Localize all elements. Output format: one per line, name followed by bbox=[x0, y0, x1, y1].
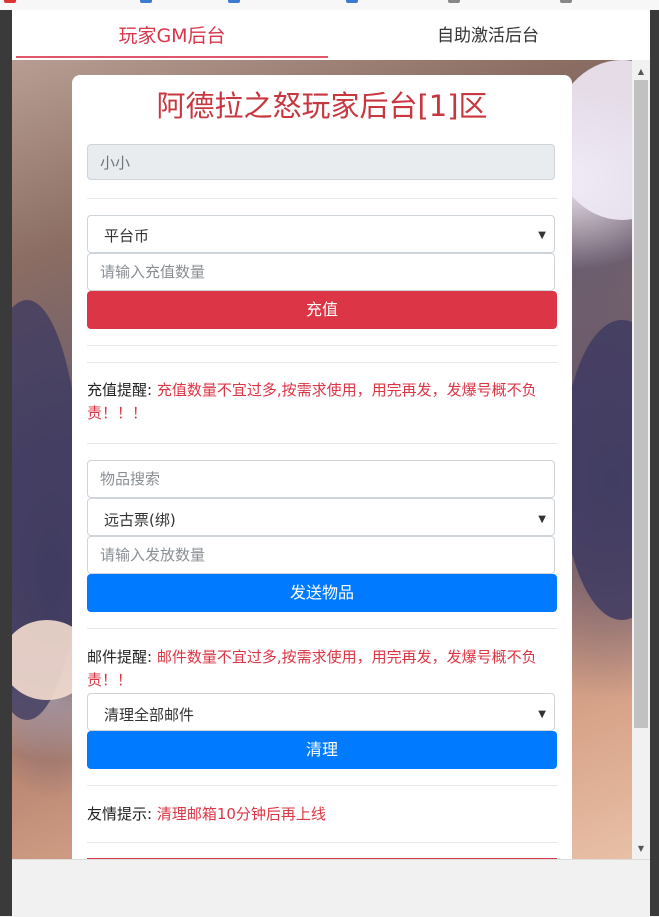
item-select-value: 远古票(绑) bbox=[104, 511, 176, 529]
bottom-bar bbox=[12, 859, 650, 917]
chevron-down-icon: ▼ bbox=[538, 230, 546, 241]
tab-self-activation[interactable]: 自助激活后台 bbox=[338, 10, 638, 60]
tip-text: 清理邮箱10分钟后再上线 bbox=[156, 805, 326, 823]
divider bbox=[87, 785, 557, 786]
divider bbox=[87, 443, 557, 444]
bookmark-icon bbox=[140, 0, 152, 3]
vertical-scrollbar[interactable]: ▲ ▼ bbox=[632, 60, 650, 859]
item-search-input[interactable] bbox=[100, 462, 542, 496]
item-search-field[interactable] bbox=[87, 460, 555, 498]
tab-player-gm[interactable]: 玩家GM后台 bbox=[16, 10, 328, 60]
content-viewport: 阿德拉之怒玩家后台[1]区 小小 平台币 ▼ 充值 充值提醒: 充值数量不宜过多… bbox=[12, 60, 632, 859]
mail-note-label: 邮件提醒: bbox=[87, 648, 153, 666]
bookmark-icon bbox=[228, 0, 240, 3]
chevron-down-icon: ▼ bbox=[538, 514, 546, 525]
recharge-note-text: 充值数量不宜过多,按需求使用，用完再发，发爆号概不负责！！！ bbox=[87, 381, 537, 422]
window-frame-right bbox=[650, 10, 659, 916]
divider bbox=[87, 842, 557, 843]
divider bbox=[87, 362, 557, 363]
send-item-button[interactable]: 发送物品 bbox=[87, 574, 557, 612]
bookmark-item[interactable] bbox=[4, 0, 16, 3]
recharge-note: 充值提醒: 充值数量不宜过多,按需求使用，用完再发，发爆号概不负责！！！ bbox=[87, 379, 557, 425]
mail-select[interactable]: 清理全部邮件 ▼ bbox=[87, 693, 555, 731]
clear-mail-button[interactable]: 清理 bbox=[87, 731, 557, 769]
scrollbar-thumb[interactable] bbox=[634, 80, 648, 728]
divider bbox=[87, 628, 557, 629]
bookmarks-bar bbox=[0, 0, 659, 10]
chevron-down-icon: ▼ bbox=[538, 709, 546, 720]
mail-note-text: 邮件数量不宜过多,按需求使用，用完再发，发爆号概不负责！！ bbox=[87, 648, 537, 689]
bookmark-item[interactable] bbox=[560, 0, 572, 3]
tip-label: 友情提示: bbox=[87, 805, 153, 823]
currency-select-value: 平台币 bbox=[104, 227, 150, 245]
recharge-amount-field[interactable] bbox=[87, 253, 555, 291]
recharge-amount-input[interactable] bbox=[100, 255, 542, 289]
item-quantity-input[interactable] bbox=[100, 538, 542, 572]
recharge-button[interactable]: 充值 bbox=[87, 291, 557, 329]
bookmark-icon bbox=[560, 0, 572, 3]
background-art bbox=[562, 320, 632, 620]
divider bbox=[87, 198, 557, 199]
item-quantity-field[interactable] bbox=[87, 536, 555, 574]
page-title: 阿德拉之怒玩家后台[1]区 bbox=[156, 89, 488, 123]
bookmark-item[interactable] bbox=[448, 0, 460, 3]
bookmark-item[interactable] bbox=[228, 0, 240, 3]
gm-panel: 阿德拉之怒玩家后台[1]区 小小 平台币 ▼ 充值 充值提醒: 充值数量不宜过多… bbox=[72, 75, 572, 859]
divider bbox=[87, 345, 557, 346]
mail-select-value: 清理全部邮件 bbox=[104, 706, 195, 724]
friendly-tip: 友情提示: 清理邮箱10分钟后再上线 bbox=[87, 803, 557, 826]
scroll-up-arrow-icon[interactable]: ▲ bbox=[632, 64, 650, 80]
mail-note: 邮件提醒: 邮件数量不宜过多,按需求使用，用完再发，发爆号概不负责！！ bbox=[87, 646, 557, 692]
bookmark-icon bbox=[4, 0, 16, 3]
recharge-note-label: 充值提醒: bbox=[87, 381, 153, 399]
tab-bar: 玩家GM后台 自助激活后台 bbox=[12, 10, 650, 60]
item-select[interactable]: 远古票(绑) ▼ bbox=[87, 498, 555, 536]
currency-select[interactable]: 平台币 ▼ bbox=[87, 215, 555, 253]
bookmark-item[interactable] bbox=[346, 0, 358, 3]
player-name-field[interactable]: 小小 bbox=[87, 144, 555, 180]
bookmark-icon bbox=[448, 0, 460, 3]
window-frame-left bbox=[0, 10, 12, 916]
bookmark-item[interactable] bbox=[140, 0, 152, 3]
bookmark-icon bbox=[346, 0, 358, 3]
scroll-down-arrow-icon[interactable]: ▼ bbox=[632, 841, 650, 857]
